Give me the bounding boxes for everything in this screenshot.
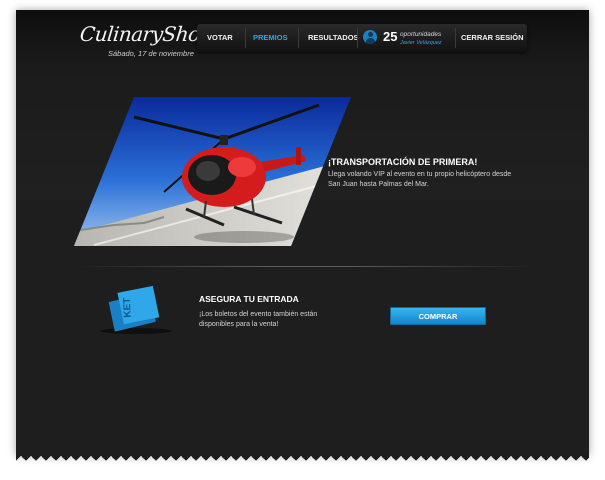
nav-votar[interactable]: VOTAR — [207, 33, 233, 42]
user-name[interactable]: Javier Velázquez — [400, 40, 442, 46]
nav-divider — [298, 28, 299, 48]
main-nav: VOTAR PREMIOS RESULTADOS 25 oportunidade… — [197, 24, 527, 52]
nav-premios[interactable]: PREMIOS — [253, 33, 288, 42]
page-frame: CulinaryShowcase Sábado, 17 de noviembre… — [16, 10, 589, 456]
opportunities-count: 25 — [383, 29, 398, 44]
helicopter-image — [74, 97, 351, 246]
opportunities-label: oportunidades — [400, 31, 442, 38]
logout-link[interactable]: CERRAR SESIÓN — [461, 33, 524, 42]
tickets-description: ¡Los boletos del evento también están di… — [199, 311, 318, 328]
tickets-title: ASEGURA TU ENTRADA — [199, 294, 299, 304]
promo-title: ¡TRANSPORTACIÓN DE PRIMERA! — [328, 157, 478, 167]
serrated-edge — [16, 451, 589, 461]
nav-divider — [245, 28, 246, 48]
nav-resultados[interactable]: RESULTADOS — [308, 33, 359, 42]
ticket-icon: KET — [100, 285, 172, 334]
current-date: Sábado, 17 de noviembre — [108, 49, 194, 58]
logo[interactable]: CulinaryShowcase Sábado, 17 de noviembre — [79, 22, 261, 66]
nav-divider — [455, 28, 456, 48]
section-divider — [76, 266, 536, 267]
ticket-text: KET — [122, 297, 134, 317]
nav-divider — [357, 28, 358, 48]
user-icon[interactable] — [363, 30, 377, 44]
buy-button[interactable]: COMPRAR — [390, 307, 486, 325]
promo-description: Llega volando VIP al evento en tu propio… — [328, 171, 512, 188]
